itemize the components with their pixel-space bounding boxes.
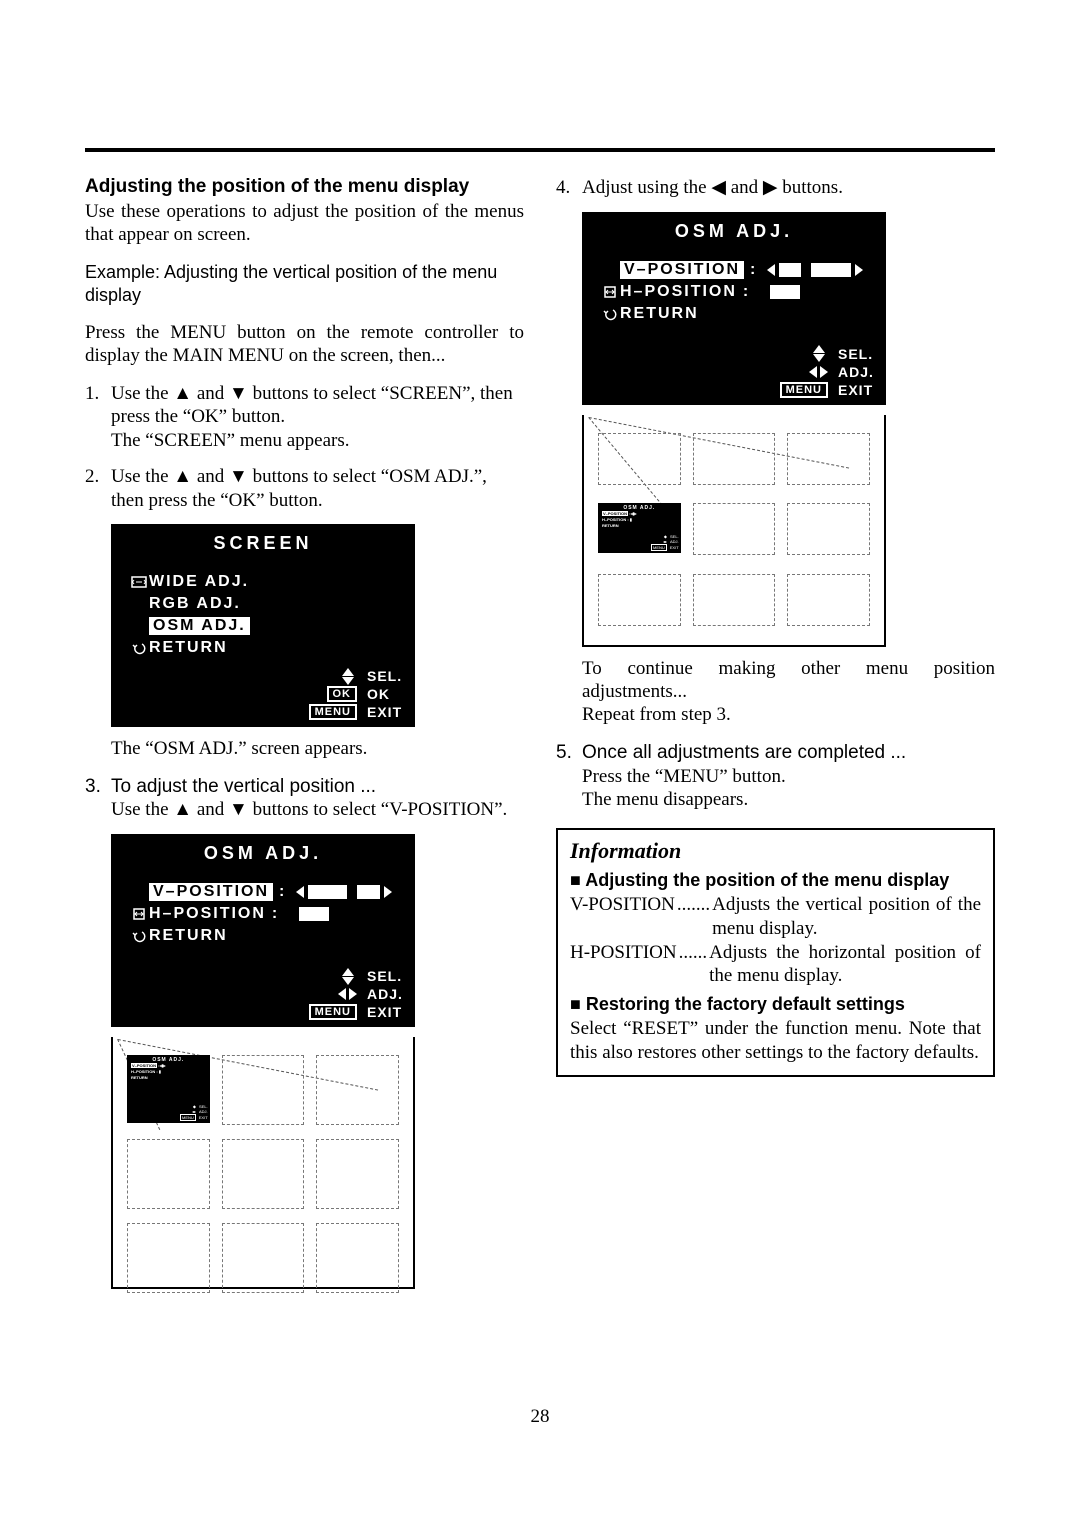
info-row-hposition: H-POSITION ...... Adjusts the horizontal… xyxy=(570,941,981,989)
page-number: 28 xyxy=(0,1406,1080,1428)
leftright-icon xyxy=(338,988,357,1000)
step-text: Use the ▲ and ▼ buttons to select “OSM A… xyxy=(111,466,487,511)
vpos-slider xyxy=(767,263,863,277)
vpos-slider xyxy=(296,885,392,899)
info-title: Information xyxy=(570,838,981,864)
icon-wide xyxy=(129,576,149,588)
menu-icon: MENU xyxy=(309,704,357,720)
menu-icon: MENU xyxy=(309,1004,357,1020)
step-text: Adjust using the ◀ and ▶ buttons. xyxy=(582,177,843,198)
step-2: 2. Use the ▲ and ▼ buttons to select “OS… xyxy=(85,465,524,513)
vpos-icon xyxy=(600,263,620,277)
right-column: 4. Adjust using the ◀ and ▶ buttons. OSM… xyxy=(556,176,995,1289)
step-4: 4. Adjust using the ◀ and ▶ buttons. xyxy=(556,176,995,200)
mini-osd-preview: OSM ADJ. V–POSITION :◂▮▸ H–POSITION : ▮ … xyxy=(127,1055,210,1123)
menu-item-return: RETURN xyxy=(600,303,884,325)
screen-grid-figure-right: OSM ADJ. V–POSITION :◂▮▸ H–POSITION : ▮ … xyxy=(582,415,886,647)
left-icon: ◀ xyxy=(711,177,726,198)
mini-osd-preview: OSM ADJ. V–POSITION :◂▮▸ H–POSITION : ▮ … xyxy=(598,503,681,553)
menu-item-hposition: H–POSITION : xyxy=(600,281,884,303)
menu-item-hposition: H–POSITION : xyxy=(129,903,413,925)
down-icon: ▼ xyxy=(229,799,248,820)
up-icon: ▲ xyxy=(173,799,192,820)
right-arrow-icon xyxy=(855,264,863,276)
right-icon: ▶ xyxy=(763,177,778,198)
step-3: 3. To adjust the vertical position ... U… xyxy=(85,775,524,823)
after-screen-text: The “OSM ADJ.” screen appears. xyxy=(111,737,524,760)
info-subheading: ■ Adjusting the position of the menu dis… xyxy=(570,870,981,891)
return-icon xyxy=(129,929,149,943)
osd-title: SCREEN xyxy=(113,526,413,561)
after4-b: Repeat from step 3. xyxy=(582,703,995,726)
step-number: 3. xyxy=(85,775,111,823)
updown-icon xyxy=(339,668,357,685)
section-heading: Adjusting the position of the menu displ… xyxy=(85,176,524,198)
updown-icon xyxy=(810,345,828,362)
hpos-icon xyxy=(600,285,620,299)
step-text: Use the ▲ and ▼ buttons to select “SCREE… xyxy=(111,383,513,428)
osd-hints: SEL. ADJ. MENUEXIT xyxy=(113,949,413,1025)
step-1: 1. Use the ▲ and ▼ buttons to select “SC… xyxy=(85,382,524,453)
menu-item-rgb-adj: RGB ADJ. xyxy=(129,593,413,615)
osd-title: OSM ADJ. xyxy=(584,214,884,249)
example-text: Example: Adjusting the vertical position… xyxy=(85,261,524,307)
up-icon: ▲ xyxy=(173,466,192,487)
leftright-icon xyxy=(809,366,828,378)
screen-grid-figure-left: OSM ADJ. V–POSITION :◂▮▸ H–POSITION : ▮ … xyxy=(111,1037,415,1289)
menu-icon: MENU xyxy=(780,382,828,398)
ok-icon: OK xyxy=(327,686,358,702)
left-arrow-icon xyxy=(296,886,304,898)
vpos-icon xyxy=(129,885,149,899)
hpos-icon xyxy=(129,907,149,921)
step-lead: Once all adjustments are completed ... xyxy=(582,741,995,765)
osd-hints: SEL. ADJ. MENUEXIT xyxy=(584,327,884,403)
step-number: 4. xyxy=(556,176,582,200)
menu-item-return: RETURN xyxy=(129,925,413,947)
step-5: 5. Once all adjustments are completed ..… xyxy=(556,741,995,812)
step-number: 1. xyxy=(85,382,111,453)
down-icon: ▼ xyxy=(229,383,248,404)
menu-item-vposition: V–POSITION : xyxy=(129,881,413,903)
step-lead: To adjust the vertical position ... xyxy=(111,775,524,799)
menu-item-wide-adj: WIDE ADJ. xyxy=(129,571,413,593)
info-paragraph: Select “RESET” under the function menu. … xyxy=(570,1017,981,1065)
updown-icon xyxy=(339,968,357,985)
info-subheading: ■ Restoring the factory default settings xyxy=(570,994,981,1015)
step-note: The “SCREEN” menu appears. xyxy=(111,430,349,451)
osd-menu-list: WIDE ADJ. RGB ADJ. OSM ADJ. RETURN xyxy=(113,561,413,661)
step-text: Press the “MENU” button. xyxy=(582,766,786,787)
menu-item-vposition: V–POSITION : xyxy=(600,259,884,281)
left-column: Adjusting the position of the menu displ… xyxy=(85,176,524,1289)
menu-item-osm-adj: OSM ADJ. xyxy=(129,615,413,637)
intro-text: Use these operations to adjust the posit… xyxy=(85,200,524,247)
up-icon: ▲ xyxy=(173,383,192,404)
information-box: Information ■ Adjusting the position of … xyxy=(556,828,995,1077)
info-row-vposition: V-POSITION ....... Adjusts the vertical … xyxy=(570,893,981,941)
osm-osd-figure-left: OSM ADJ. V–POSITION : H–P xyxy=(111,834,415,1027)
osd-title: OSM ADJ. xyxy=(113,836,413,871)
left-arrow-icon xyxy=(767,264,775,276)
right-arrow-icon xyxy=(384,886,392,898)
return-icon xyxy=(129,641,149,655)
hpos-slider xyxy=(760,285,800,299)
step-number: 2. xyxy=(85,465,111,513)
after4-a: To continue making other menu position a… xyxy=(582,657,995,704)
screen-osd-figure: SCREEN WIDE ADJ. RGB ADJ. OSM ADJ. xyxy=(111,524,415,727)
press-menu-text: Press the MENU button on the remote cont… xyxy=(85,321,524,368)
step-number: 5. xyxy=(556,741,582,812)
top-rule xyxy=(85,148,995,152)
menu-item-return: RETURN xyxy=(129,637,413,659)
hpos-slider xyxy=(289,907,329,921)
down-icon: ▼ xyxy=(229,466,248,487)
osd-hints: SEL. OKOK MENUEXIT xyxy=(113,661,413,725)
osm-osd-figure-right: OSM ADJ. V–POSITION : H–P xyxy=(582,212,886,405)
osd-menu-list: V–POSITION : H–POSITION : xyxy=(584,249,884,327)
osd-menu-list: V–POSITION : H–POSITION : xyxy=(113,871,413,949)
step-text: Use the ▲ and ▼ buttons to select “V-POS… xyxy=(111,799,507,820)
step-note: The menu disappears. xyxy=(582,789,748,810)
return-icon xyxy=(600,307,620,321)
